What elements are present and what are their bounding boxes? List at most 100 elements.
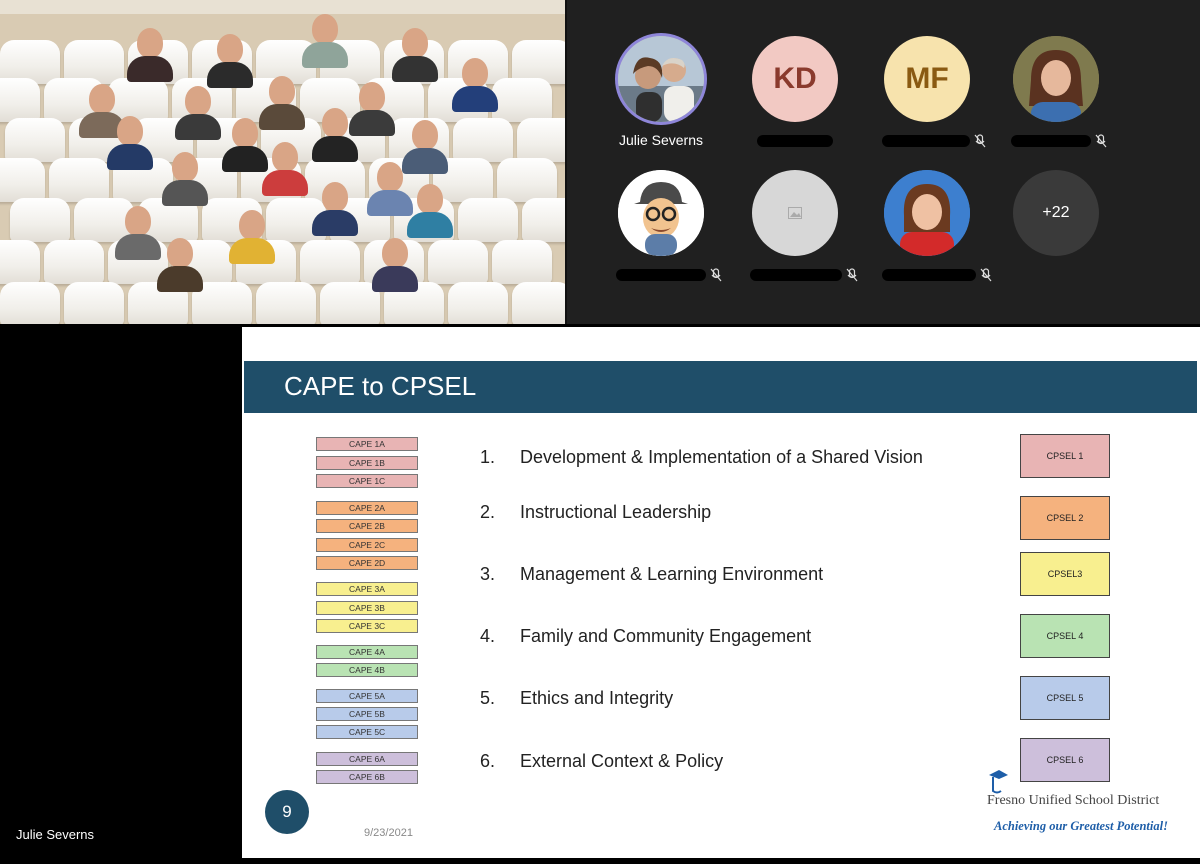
participant-tile-4[interactable] [1011, 36, 1107, 148]
cape-box: CAPE 5A [316, 689, 418, 703]
presenter-name-label: Julie Severns [16, 827, 95, 842]
participant-name-redacted [750, 266, 858, 282]
cape-box: CAPE 2D [316, 556, 418, 570]
mic-off-icon [980, 268, 992, 282]
participant-name-redacted [616, 266, 722, 282]
cpsel-box: CPSEL 5 [1020, 676, 1110, 720]
standard-text: Development & Implementation of a Shared… [520, 447, 923, 467]
standard-text: Management & Learning Environment [520, 564, 824, 584]
auditorium-seat [0, 282, 60, 324]
auditorium-seat [320, 282, 380, 324]
participant-tile-5[interactable] [616, 170, 722, 282]
cpsel-box: CPSEL 1 [1020, 434, 1110, 478]
auditorium-seat [497, 158, 557, 202]
auditorium-seat [492, 240, 552, 284]
participant-tile-mf[interactable]: MF [882, 36, 986, 148]
participant-name-redacted [882, 266, 992, 282]
meeting-attendee [207, 31, 253, 88]
auditorium-seat [0, 240, 40, 284]
slide-page-number: 9 [265, 790, 309, 834]
standard-number: 5. [480, 688, 496, 708]
cpsel-box: CPSEL3 [1020, 552, 1110, 596]
standard-number: 6. [480, 751, 496, 771]
cape-box: CAPE 1C [316, 474, 418, 488]
participant-tile-6[interactable] [750, 170, 858, 282]
standard-number: 2. [480, 502, 496, 522]
auditorium-seat [300, 240, 360, 284]
mic-off-icon [1095, 134, 1107, 148]
more-participants-button[interactable]: +22 [1011, 170, 1101, 256]
district-logo-tagline: Achieving our Greatest Potential! [994, 819, 1168, 833]
auditorium-seat [522, 198, 565, 242]
standard-text: External Context & Policy [520, 751, 724, 771]
mic-off-icon [710, 268, 722, 282]
cape-box: CAPE 6B [316, 770, 418, 784]
auditorium-seat [512, 282, 565, 324]
standard-text: Ethics and Integrity [520, 688, 674, 708]
district-logo-name: Fresno Unified School District [987, 793, 1160, 808]
cape-box: CAPE 1B [316, 456, 418, 470]
auditorium-seat [0, 158, 45, 202]
meeting-attendee [127, 25, 173, 82]
cape-box: CAPE 4B [316, 663, 418, 677]
meeting-attendee [302, 11, 348, 68]
meeting-attendee [349, 79, 395, 136]
standard-number: 3. [480, 564, 496, 584]
meeting-attendee [367, 159, 413, 216]
cartoon-avatar-icon [618, 170, 704, 256]
cpsel-box: CPSEL 2 [1020, 496, 1110, 540]
together-mode-video[interactable] [0, 0, 567, 324]
auditorium-seat [0, 78, 40, 122]
meeting-attendee [222, 115, 268, 172]
standard-number: 1. [480, 447, 496, 467]
meeting-attendee [175, 83, 221, 140]
cape-box: CAPE 5C [316, 725, 418, 739]
participant-name-redacted [882, 132, 986, 148]
participant-tile-julie-severns[interactable]: Julie Severns [616, 36, 706, 148]
cape-box: CAPE 4A [316, 645, 418, 659]
auditorium-seat [448, 282, 508, 324]
meeting-attendee [162, 149, 208, 206]
meeting-attendee [157, 235, 203, 292]
standard-number: 4. [480, 626, 496, 646]
woman-red-photo-icon [884, 170, 970, 256]
cape-box: CAPE 2C [316, 538, 418, 552]
auditorium-seat [428, 240, 488, 284]
standard-item: 5. Ethics and Integrity [480, 688, 673, 709]
auditorium-seat [44, 240, 104, 284]
cape-box: CAPE 2A [316, 501, 418, 515]
meeting-attendee [372, 235, 418, 292]
meeting-attendee [452, 55, 498, 112]
participant-name-redacted [1011, 132, 1107, 148]
mic-off-icon [974, 134, 986, 148]
auditorium-seat [49, 158, 109, 202]
participant-name-redacted [750, 132, 840, 148]
participant-gallery: Julie Severns KD MF +22 [567, 0, 1200, 324]
initials-avatar: MF [884, 36, 970, 122]
auditorium-seat [492, 78, 552, 122]
couple-photo-icon [618, 36, 704, 122]
meeting-attendee [392, 25, 438, 82]
standard-item: 1. Development & Implementation of a Shar… [480, 447, 923, 468]
meeting-attendee [402, 117, 448, 174]
cape-box: CAPE 5B [316, 707, 418, 721]
cape-box: CAPE 2B [316, 519, 418, 533]
participant-tile-7[interactable] [882, 170, 992, 282]
meeting-attendee [107, 113, 153, 170]
cape-box: CAPE 6A [316, 752, 418, 766]
shared-slide: CAPE to CPSEL CAPE 1A CAPE 1B CAPE 1C CAPE … [242, 327, 1200, 858]
meeting-attendee [312, 179, 358, 236]
participant-tile-kd[interactable]: KD [750, 36, 840, 148]
cape-box: CAPE 3B [316, 601, 418, 615]
slide-title: CAPE to CPSEL [284, 371, 477, 401]
mic-off-icon [846, 268, 858, 282]
standard-item: 2. Instructional Leadership [480, 502, 711, 523]
cpsel-box: CPSEL 4 [1020, 614, 1110, 658]
standard-item: 4. Family and Community Engagement [480, 626, 811, 647]
auditorium-seat [5, 118, 65, 162]
standard-text: Instructional Leadership [520, 502, 712, 522]
auditorium-seat [256, 282, 316, 324]
standard-item: 6. External Context & Policy [480, 751, 723, 772]
standard-item: 3. Management & Learning Environment [480, 564, 823, 585]
initials-avatar: KD [752, 36, 838, 122]
